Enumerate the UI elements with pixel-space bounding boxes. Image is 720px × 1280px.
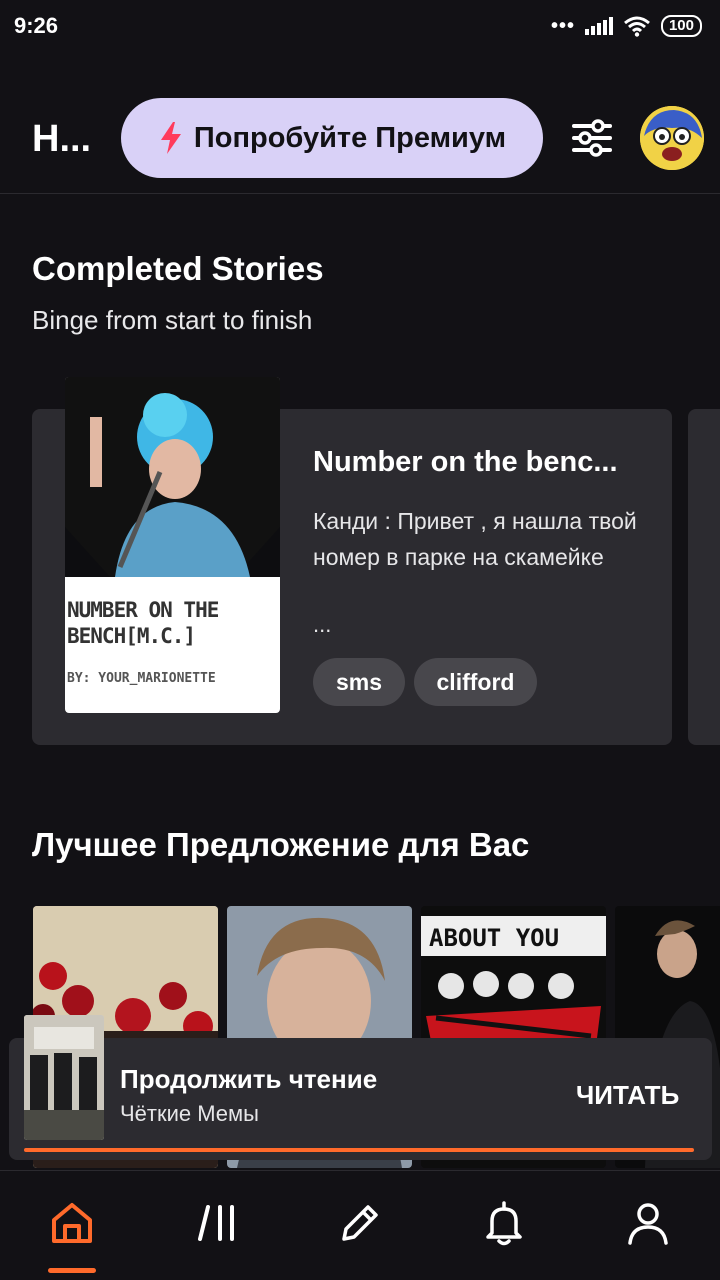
- home-icon[interactable]: [48, 1199, 96, 1247]
- active-tab-indicator: [48, 1268, 96, 1273]
- signal-icon: [584, 17, 613, 35]
- cover-author-text: BY: YOUR_MARIONETTE: [67, 671, 216, 686]
- read-button[interactable]: ЧИТАТЬ: [576, 1080, 679, 1111]
- status-time: 9:26: [14, 13, 59, 38]
- story-description-ellipsis: ...: [313, 612, 332, 637]
- bottom-navigation: [0, 1170, 720, 1280]
- header-divider: [0, 193, 720, 194]
- profile-icon[interactable]: [624, 1199, 672, 1247]
- tag-sms[interactable]: sms: [313, 658, 405, 706]
- reading-progress-bar: [24, 1148, 694, 1152]
- wifi-icon: [624, 16, 650, 37]
- status-icons: ••• 100: [551, 15, 702, 38]
- continue-reading-story-name: Чёткие Мемы: [120, 1101, 259, 1126]
- bell-icon[interactable]: [480, 1199, 528, 1247]
- try-premium-button[interactable]: Попробуйте Премиум: [121, 98, 543, 178]
- section-title-completed: Completed Stories: [32, 250, 324, 287]
- cover-photo: [65, 377, 280, 577]
- write-icon[interactable]: [336, 1199, 384, 1247]
- next-story-card[interactable]: [688, 409, 720, 745]
- filter-icon[interactable]: [572, 118, 612, 158]
- story-cover[interactable]: NUMBER ON THE BENCH[M.C.] BY: YOUR_MARIO…: [65, 377, 280, 713]
- top-header: Н... Попробуйте Премиум: [0, 96, 720, 180]
- dots-icon: •••: [550, 14, 575, 37]
- story-title[interactable]: Number on the benc...: [313, 446, 643, 479]
- tag-clifford[interactable]: clifford: [414, 658, 537, 706]
- story-thumbnail: [24, 1015, 104, 1140]
- continue-reading-thumbnail[interactable]: [24, 1015, 104, 1140]
- status-bar: 9:26 ••• 100: [0, 0, 720, 52]
- story-description: Канди : Привет , я нашла твой номер в па…: [313, 508, 637, 570]
- section-title-recommend: Лучшее Предложение для Вас: [32, 826, 530, 863]
- svg-text:ABOUT YOU: ABOUT YOU: [429, 924, 559, 952]
- cover-title-text: NUMBER ON THE BENCH[M.C.]: [67, 598, 219, 648]
- avatar-image: [640, 106, 704, 170]
- continue-reading-title: Продолжить чтение: [120, 1064, 378, 1094]
- premium-label: Попробуйте Премиум: [193, 121, 507, 154]
- section-subtitle-completed: Binge from start to finish: [32, 305, 313, 335]
- battery-indicator: 100: [660, 15, 702, 37]
- lightning-icon: [160, 122, 181, 154]
- avatar[interactable]: [640, 106, 704, 170]
- library-icon[interactable]: [194, 1199, 242, 1247]
- header-title: Н...: [32, 118, 92, 160]
